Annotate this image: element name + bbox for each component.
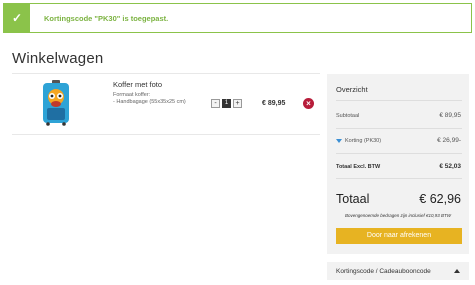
suitcase-product-image[interactable] xyxy=(40,80,72,126)
summary-title: Overzicht xyxy=(336,85,368,94)
divider xyxy=(336,100,462,101)
page-title: Winkelwagen xyxy=(12,50,104,67)
divider xyxy=(336,178,462,179)
subtotal-label: Subtotaal xyxy=(336,113,360,119)
quantity-increase-button[interactable]: + xyxy=(233,99,242,108)
quantity-stepper: - 1 + xyxy=(211,99,242,108)
success-notice: ✓ Kortingscode "PK30" is toegepast. xyxy=(3,3,472,33)
divider xyxy=(336,153,462,154)
product-option-label: Formaat koffer: xyxy=(113,92,151,98)
order-summary: Overzicht Subtotaal € 89,95 Korting (PK3… xyxy=(327,74,469,254)
checkmark-icon: ✓ xyxy=(4,4,30,32)
total-excl-vat-label: Totaal Excl. BTW xyxy=(336,164,381,170)
product-name[interactable]: Koffer met foto xyxy=(113,80,162,89)
coupon-label: Kortingscode / Cadeaubooncode xyxy=(336,267,431,275)
remove-item-icon[interactable]: × xyxy=(303,98,314,109)
discount-row[interactable]: Korting (PK30) xyxy=(336,138,381,144)
chevron-down-icon xyxy=(336,138,342,143)
coupon-toggle[interactable]: Kortingscode / Cadeaubooncode xyxy=(327,262,469,280)
discount-value: € 26,99- xyxy=(437,137,461,144)
total-excl-vat-value: € 52,03 xyxy=(439,163,461,170)
total-value: € 62,96 xyxy=(419,192,461,206)
vat-note: Bovengenoemde bedragen zijn inclusief €1… xyxy=(344,213,452,218)
notice-message: Kortingscode "PK30" is toegepast. xyxy=(44,13,169,23)
divider xyxy=(12,134,320,135)
product-option-value: - Handbagage (55x35x25 cm) xyxy=(113,99,186,105)
divider xyxy=(12,73,320,74)
checkout-button[interactable]: Door naar afrekenen xyxy=(336,228,462,244)
item-price: € 89,95 xyxy=(262,100,286,107)
subtotal-value: € 89,95 xyxy=(439,112,461,119)
chevron-up-icon xyxy=(454,269,460,273)
quantity-decrease-button[interactable]: - xyxy=(211,99,220,108)
total-label: Totaal xyxy=(336,192,370,206)
discount-label: Korting (PK30) xyxy=(345,138,382,144)
divider xyxy=(336,128,462,129)
quantity-value[interactable]: 1 xyxy=(222,99,231,108)
